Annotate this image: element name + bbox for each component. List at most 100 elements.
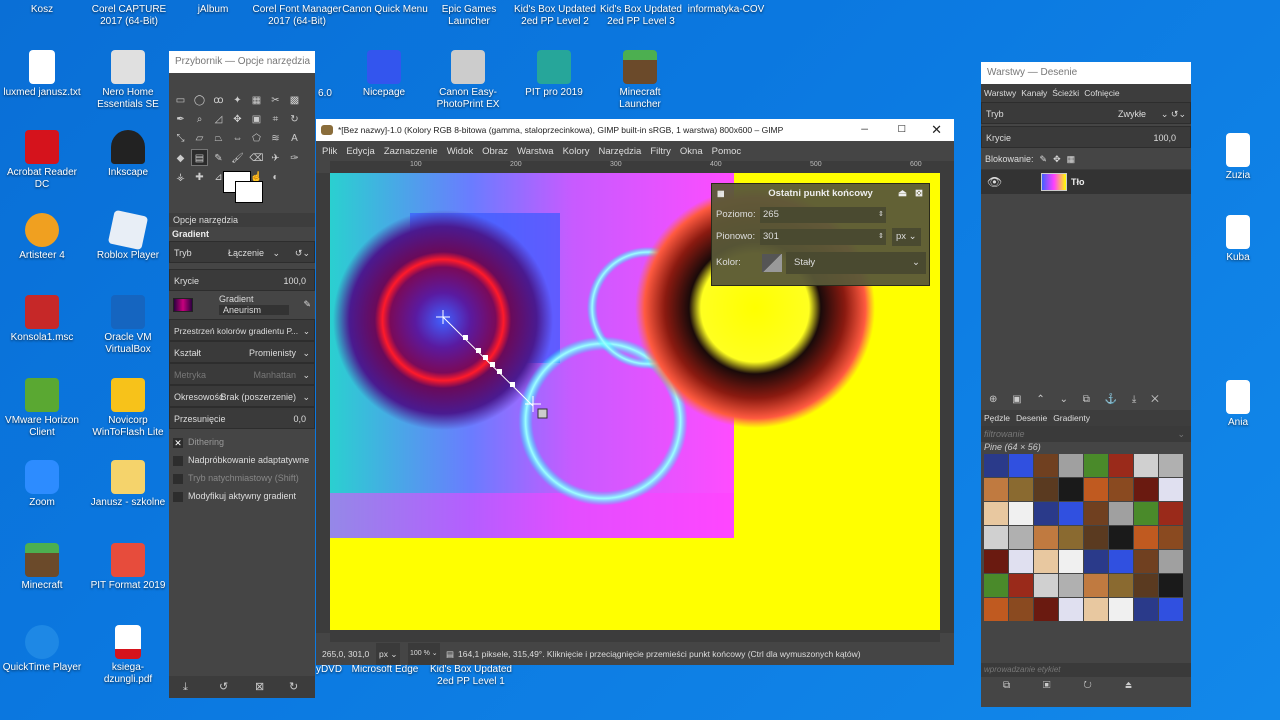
desktop-icon-kuba[interactable]: Kuba: [1198, 215, 1278, 264]
reset-options-icon[interactable]: ↻: [289, 676, 298, 698]
duplicate-layer-icon[interactable]: ⧉: [1083, 394, 1090, 405]
lock-position-icon[interactable]: ✥: [1053, 154, 1061, 164]
pattern-swatch[interactable]: [1109, 598, 1133, 621]
desktop-icon-roblox[interactable]: Roblox Player: [88, 209, 168, 262]
pattern-swatch[interactable]: [1159, 550, 1183, 573]
pattern-swatch[interactable]: [1159, 502, 1183, 525]
desktop-icon-edge[interactable]: Microsoft Edge: [350, 664, 420, 676]
pattern-swatch[interactable]: [1009, 454, 1033, 477]
tab-cofniecie[interactable]: Cofnięcie: [1084, 88, 1119, 98]
y-position-input[interactable]: 301: [760, 229, 886, 245]
minimize-icon[interactable]: ─: [861, 119, 868, 141]
airbrush-tool-icon[interactable]: ✈: [267, 150, 284, 167]
desktop-icon-zoom[interactable]: Zoom: [2, 460, 82, 509]
pattern-swatch[interactable]: [1084, 454, 1108, 477]
instant-mode-checkbox[interactable]: Tryb natychmiastowy (Shift): [169, 469, 315, 487]
desktop-icon-acrobat[interactable]: Acrobat Reader DC: [2, 130, 82, 191]
pattern-swatch[interactable]: [1059, 478, 1083, 501]
pattern-swatch[interactable]: [1034, 598, 1058, 621]
pattern-swatch[interactable]: [984, 550, 1008, 573]
new-layer-icon[interactable]: ⊕: [989, 394, 997, 405]
menu-kolory[interactable]: Kolory: [563, 146, 590, 157]
pattern-filter-input[interactable]: filtrowanie ⌄: [981, 426, 1191, 442]
shear-tool-icon[interactable]: ▱: [191, 130, 208, 147]
pattern-swatch[interactable]: [1109, 526, 1133, 549]
bucket-fill-tool-icon[interactable]: ◆: [172, 150, 189, 167]
horizontal-scrollbar[interactable]: [330, 630, 940, 642]
desktop-icon-luxmed[interactable]: luxmed janusz.txt: [2, 50, 82, 99]
delete-options-icon[interactable]: ⊠: [255, 676, 264, 698]
desktop-icon-inkscape[interactable]: Inkscape: [88, 130, 168, 179]
pattern-swatch[interactable]: [984, 502, 1008, 525]
pattern-swatch[interactable]: [1109, 574, 1133, 597]
pattern-swatch[interactable]: [1059, 502, 1083, 525]
pattern-swatch[interactable]: [1159, 526, 1183, 549]
menu-warstwa[interactable]: Warstwa: [517, 146, 554, 157]
pattern-swatch[interactable]: [1109, 478, 1133, 501]
desktop-icon-kidsbox-1[interactable]: Kid's Box Updated 2ed PP Level 1: [428, 664, 514, 688]
desktop-icon-minecraft[interactable]: Minecraft: [2, 543, 82, 592]
pattern-swatch[interactable]: [984, 574, 1008, 597]
desktop-icon-quicktime[interactable]: QuickTime Player: [2, 625, 82, 674]
menu-pomoc[interactable]: Pomoc: [712, 146, 742, 157]
pattern-swatch[interactable]: [1134, 598, 1158, 621]
desktop-icon-virtualbox[interactable]: Oracle VM VirtualBox: [88, 295, 168, 356]
pattern-swatch[interactable]: [1134, 550, 1158, 573]
pattern-swatch[interactable]: [1159, 574, 1183, 597]
ink-tool-icon[interactable]: ✑: [286, 150, 303, 167]
pattern-swatch[interactable]: [984, 598, 1008, 621]
lock-alpha-icon[interactable]: ▦: [1067, 154, 1076, 164]
pattern-swatch[interactable]: [1084, 478, 1108, 501]
pattern-swatch[interactable]: [1109, 502, 1133, 525]
desktop-icon-recycle-bin[interactable]: Kosz: [22, 4, 62, 16]
zoom-select[interactable]: 100 % ⌄: [408, 643, 440, 665]
maximize-icon[interactable]: ☐: [897, 119, 906, 141]
pattern-swatch[interactable]: [1084, 550, 1108, 573]
desktop-icon-vmware[interactable]: VMware Horizon Client: [2, 378, 82, 439]
crop-tool-icon[interactable]: ⌗: [267, 111, 284, 128]
menu-plik[interactable]: Plik: [322, 146, 337, 157]
pattern-swatch[interactable]: [1134, 478, 1158, 501]
pattern-swatch[interactable]: [1059, 526, 1083, 549]
desktop-icon-corel-capture[interactable]: Corel CAPTURE 2017 (64-Bit): [84, 4, 174, 28]
offset-slider[interactable]: Przesunięcie 0,0: [169, 407, 315, 429]
menu-okna[interactable]: Okna: [680, 146, 703, 157]
tab-warstwy[interactable]: Warstwy: [984, 88, 1016, 98]
unit-select[interactable]: px ⌄: [376, 643, 401, 665]
move-tool-icon[interactable]: ✥: [229, 111, 246, 128]
vertical-scrollbar[interactable]: [940, 173, 954, 633]
open-pattern-icon[interactable]: ⏏: [1125, 680, 1133, 691]
pattern-swatch[interactable]: [1134, 574, 1158, 597]
desktop-icon-pit-pro[interactable]: PIT pro 2019: [514, 50, 594, 99]
pattern-swatch[interactable]: [1009, 598, 1033, 621]
desktop-icon-pit-format[interactable]: PIT Format 2019: [88, 543, 168, 592]
zoom-tool-icon[interactable]: ⌕: [191, 111, 208, 128]
new-group-icon[interactable]: ▣: [1012, 394, 1021, 405]
pattern-swatch[interactable]: [1034, 574, 1058, 597]
paths-tool-icon[interactable]: ✒: [172, 111, 189, 128]
desktop-icon-canon-quick-menu[interactable]: Canon Quick Menu: [342, 4, 428, 16]
pattern-swatch[interactable]: [1084, 574, 1108, 597]
background-color-icon[interactable]: [235, 181, 263, 203]
modify-active-gradient-checkbox[interactable]: Modyfikuj aktywny gradient: [169, 487, 315, 505]
pattern-swatch[interactable]: [1034, 478, 1058, 501]
pattern-swatch[interactable]: [1084, 526, 1108, 549]
refresh-patterns-icon[interactable]: ↻: [1083, 680, 1091, 691]
duplicate-pattern-icon[interactable]: ▣: [1043, 680, 1051, 691]
gradient-picker[interactable]: Gradient Aneurism ✎: [169, 293, 315, 319]
color-swatch-icon[interactable]: [762, 254, 782, 272]
desktop-icon-ksiega[interactable]: ksiega-dzungli.pdf: [88, 625, 168, 686]
layer-mode-select[interactable]: Tryb Zwykłe ⌄ ↺⌄: [981, 102, 1191, 124]
tags-input[interactable]: wprowadzanie etykiet: [981, 663, 1191, 677]
scissors-tool-icon[interactable]: ✂: [267, 92, 284, 109]
drag-handle-icon[interactable]: ▦: [717, 184, 725, 204]
eye-icon[interactable]: 👁: [987, 170, 1002, 194]
pencil-tool-icon[interactable]: ✎: [210, 150, 227, 167]
desktop-icon-nicepage[interactable]: Nicepage: [344, 50, 424, 99]
pattern-swatch[interactable]: [1084, 502, 1108, 525]
perspective-tool-icon[interactable]: ⏢: [210, 130, 227, 147]
tool-options-tab[interactable]: Opcje narzędzia: [169, 213, 315, 227]
close-icon[interactable]: ✕: [931, 119, 942, 141]
rect-select-tool-icon[interactable]: ▭: [172, 92, 189, 109]
color-swatches[interactable]: [169, 169, 315, 213]
